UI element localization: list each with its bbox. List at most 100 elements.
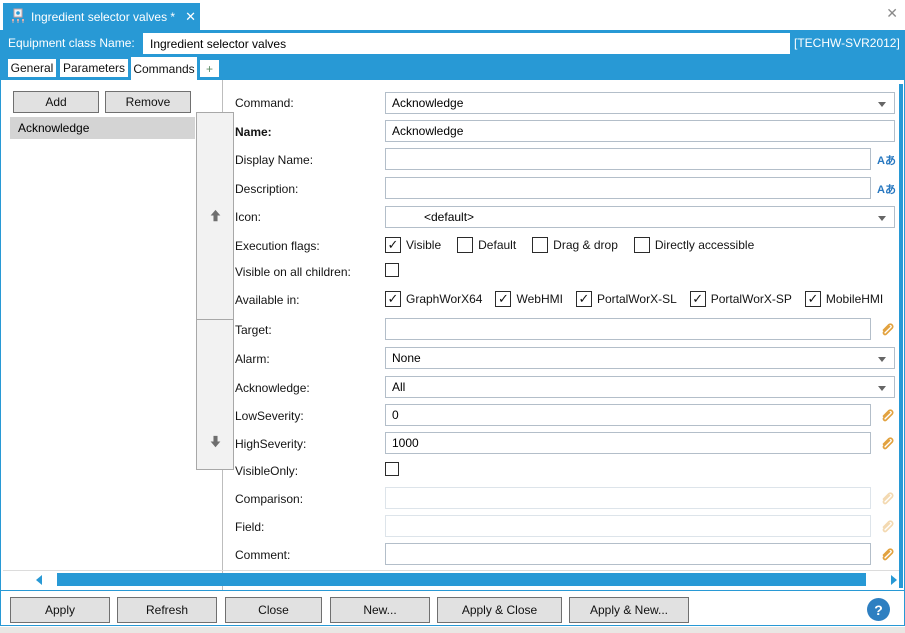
comment-input[interactable] — [385, 543, 871, 565]
apply-and-new-button[interactable]: Apply & New... — [569, 597, 689, 623]
name-input[interactable] — [385, 120, 895, 142]
checkbox-label: Visible — [406, 238, 441, 252]
hscroll-right-arrow-icon[interactable] — [891, 575, 897, 585]
description-input[interactable] — [385, 177, 871, 199]
chevron-down-icon — [878, 357, 886, 362]
apply-and-close-button[interactable]: Apply & Close — [437, 597, 562, 623]
chevron-down-icon — [878, 102, 886, 107]
acknowledge-dropdown-value: All — [392, 380, 405, 394]
close-button[interactable]: Close — [225, 597, 322, 623]
high-severity-label: HighSeverity: — [235, 437, 306, 451]
webhmi-checkbox[interactable]: ✓ — [495, 291, 511, 307]
tab-add-new-icon[interactable]: + — [200, 60, 219, 77]
tab-parameters[interactable]: Parameters — [60, 59, 128, 77]
chevron-down-icon — [878, 216, 886, 221]
localize-icon[interactable]: Aあ — [877, 152, 896, 168]
reorder-strip-divider — [196, 319, 234, 320]
server-badge: [TECHW-SVR2012] — [794, 36, 900, 50]
move-up-icon[interactable] — [197, 205, 233, 225]
alarm-dropdown[interactable]: None — [385, 347, 895, 369]
localize-icon[interactable]: Aあ — [877, 181, 896, 197]
visible-on-all-children-label: Visible on all children: — [235, 265, 351, 279]
description-label: Description: — [235, 182, 298, 196]
acknowledge-dropdown[interactable]: All — [385, 376, 895, 398]
comment-label: Comment: — [235, 548, 290, 562]
graphworx64-checkbox[interactable]: ✓ — [385, 291, 401, 307]
tab-commands[interactable]: Commands — [131, 57, 197, 80]
hscrollbar-track-border — [3, 570, 899, 571]
checkbox-label: Drag & drop — [553, 238, 618, 252]
command-dropdown[interactable]: Acknowledge — [385, 92, 895, 114]
field-label: Field: — [235, 520, 264, 534]
refresh-button[interactable]: Refresh — [117, 597, 217, 623]
move-down-icon[interactable] — [197, 431, 233, 451]
name-label: Name: — [235, 125, 272, 139]
alarm-label: Alarm: — [235, 352, 270, 366]
window-bottom-edge — [0, 627, 905, 633]
alarm-dropdown-value: None — [392, 351, 421, 365]
document-tab[interactable]: Ingredient selector valves * ✕ — [3, 3, 200, 30]
document-tab-title: Ingredient selector valves * — [31, 10, 175, 24]
execution-flags-group: ✓Visible Default Drag & drop Directly ac… — [385, 237, 754, 253]
remove-button[interactable]: Remove — [105, 91, 191, 113]
paperclip-icon[interactable] — [878, 406, 895, 423]
display-name-input[interactable] — [385, 148, 871, 170]
comparison-label: Comparison: — [235, 492, 303, 506]
low-severity-input[interactable] — [385, 404, 871, 426]
display-name-label: Display Name: — [235, 153, 313, 167]
equipment-class-name-input[interactable] — [143, 33, 790, 54]
target-input[interactable] — [385, 318, 871, 340]
list-item[interactable]: Acknowledge — [10, 117, 195, 139]
visible-checkbox[interactable]: ✓ — [385, 237, 401, 253]
comparison-input — [385, 487, 871, 509]
available-in-label: Available in: — [235, 293, 300, 307]
icon-dropdown[interactable]: <default> — [385, 206, 895, 228]
field-input — [385, 515, 871, 537]
add-button[interactable]: Add — [13, 91, 99, 113]
equipment-class-editor-window: Ingredient selector valves * ✕ ✕ Equipme… — [0, 0, 905, 633]
paperclip-icon[interactable] — [878, 545, 895, 562]
tab-general[interactable]: General — [8, 59, 56, 77]
portalworx-sl-checkbox[interactable]: ✓ — [576, 291, 592, 307]
help-icon[interactable]: ? — [867, 598, 890, 621]
reorder-strip — [196, 112, 234, 470]
acknowledge-label: Acknowledge: — [235, 381, 310, 395]
chevron-down-icon — [878, 386, 886, 391]
high-severity-input[interactable] — [385, 432, 871, 454]
mobilehmi-checkbox[interactable]: ✓ — [805, 291, 821, 307]
hscroll-left-arrow-icon[interactable] — [36, 575, 42, 585]
checkbox-label: WebHMI — [516, 292, 562, 306]
equipment-class-name-label: Equipment class Name: — [8, 36, 135, 50]
available-in-group: ✓GraphWorX64 ✓WebHMI ✓PortalWorX-SL ✓Por… — [385, 291, 883, 307]
apply-button[interactable]: Apply — [10, 597, 110, 623]
icon-label: Icon: — [235, 210, 261, 224]
icon-dropdown-value: <default> — [424, 210, 474, 224]
command-label: Command: — [235, 96, 294, 110]
footer-divider — [0, 590, 905, 591]
paperclip-icon[interactable] — [878, 434, 895, 451]
checkbox-label: PortalWorX-SL — [597, 292, 677, 306]
equipment-class-icon — [11, 8, 25, 26]
paperclip-icon — [878, 489, 895, 506]
visible-only-label: VisibleOnly: — [235, 464, 298, 478]
execution-flags-label: Execution flags: — [235, 239, 320, 253]
new-button[interactable]: New... — [330, 597, 430, 623]
vertical-scrollbar-thumb[interactable] — [899, 84, 903, 588]
horizontal-scrollbar-thumb[interactable] — [57, 573, 866, 586]
directly-accessible-checkbox[interactable] — [634, 237, 650, 253]
commands-list: Acknowledge — [10, 117, 195, 470]
drag-drop-checkbox[interactable] — [532, 237, 548, 253]
paperclip-icon[interactable] — [878, 320, 895, 337]
target-label: Target: — [235, 323, 272, 337]
paperclip-icon — [878, 517, 895, 534]
default-checkbox[interactable] — [457, 237, 473, 253]
checkbox-label: PortalWorX-SP — [711, 292, 792, 306]
document-tab-close-icon[interactable]: ✕ — [185, 9, 196, 25]
portalworx-sp-checkbox[interactable]: ✓ — [690, 291, 706, 307]
visible-on-all-children-checkbox[interactable] — [385, 263, 399, 277]
window-close-icon[interactable]: ✕ — [886, 6, 898, 20]
command-dropdown-value: Acknowledge — [392, 96, 463, 110]
visible-only-checkbox[interactable] — [385, 462, 399, 476]
checkbox-label: Default — [478, 238, 516, 252]
low-severity-label: LowSeverity: — [235, 409, 304, 423]
